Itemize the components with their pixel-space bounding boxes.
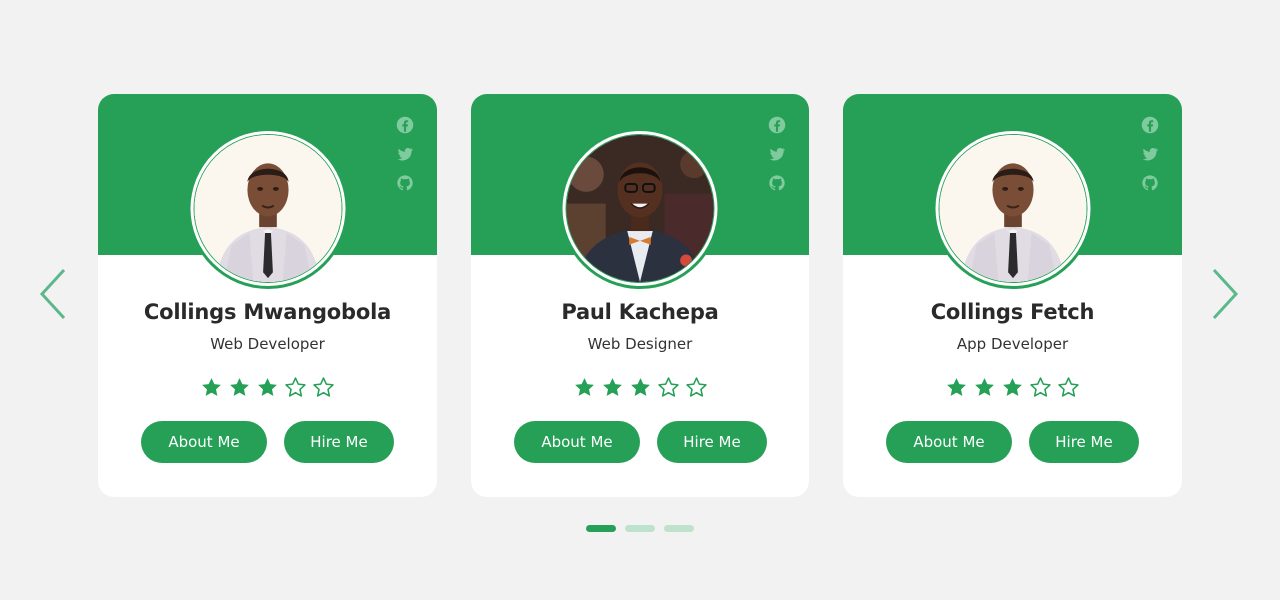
star-rating	[843, 376, 1182, 399]
github-icon[interactable]	[768, 174, 786, 192]
star-filled-icon	[200, 376, 223, 399]
star-outline-icon	[685, 376, 708, 399]
star-filled-icon	[629, 376, 652, 399]
profile-role: Web Developer	[210, 335, 325, 353]
star-filled-icon	[601, 376, 624, 399]
profile-card: Paul Kachepa Web Designer About Me Hire …	[471, 94, 809, 497]
star-filled-icon	[228, 376, 251, 399]
pagination-dot[interactable]	[586, 525, 616, 532]
avatar	[562, 131, 718, 286]
about-me-button[interactable]: About Me	[886, 421, 1012, 463]
pagination-dot[interactable]	[664, 525, 694, 532]
profile-card: Collings Fetch App Developer About Me Hi…	[843, 94, 1182, 497]
avatar	[935, 131, 1090, 286]
facebook-icon[interactable]	[1141, 116, 1159, 134]
social-links	[768, 116, 786, 192]
facebook-icon[interactable]	[768, 116, 786, 134]
github-icon[interactable]	[396, 174, 414, 192]
social-links	[1141, 116, 1159, 192]
social-links	[396, 116, 414, 192]
github-icon[interactable]	[1141, 174, 1159, 192]
pagination-dots	[586, 525, 694, 532]
chevron-left-icon	[39, 268, 66, 320]
star-filled-icon	[1001, 376, 1024, 399]
hire-me-button[interactable]: Hire Me	[284, 421, 394, 463]
next-arrow[interactable]	[1208, 266, 1242, 322]
pagination-dot[interactable]	[625, 525, 655, 532]
twitter-icon[interactable]	[396, 145, 414, 163]
profile-role: Web Designer	[587, 335, 693, 353]
star-filled-icon	[256, 376, 279, 399]
chevron-right-icon	[1212, 268, 1239, 320]
avatar	[190, 131, 345, 286]
star-outline-icon	[284, 376, 307, 399]
about-me-button[interactable]: About Me	[141, 421, 267, 463]
previous-arrow[interactable]	[36, 266, 70, 322]
profile-name: Collings Mwangobola	[143, 300, 392, 324]
twitter-icon[interactable]	[768, 145, 786, 163]
star-outline-icon	[312, 376, 335, 399]
profile-role: App Developer	[956, 335, 1069, 353]
twitter-icon[interactable]	[1141, 145, 1159, 163]
star-filled-icon	[945, 376, 968, 399]
star-rating	[98, 376, 437, 399]
star-outline-icon	[1057, 376, 1080, 399]
hire-me-button[interactable]: Hire Me	[657, 421, 767, 463]
profile-name: Collings Fetch	[930, 300, 1095, 324]
star-filled-icon	[973, 376, 996, 399]
star-rating	[471, 376, 809, 399]
star-outline-icon	[657, 376, 680, 399]
profile-card: Collings Mwangobola Web Developer About …	[98, 94, 437, 497]
about-me-button[interactable]: About Me	[514, 421, 640, 463]
hire-me-button[interactable]: Hire Me	[1029, 421, 1139, 463]
star-filled-icon	[573, 376, 596, 399]
profile-name: Paul Kachepa	[561, 300, 719, 324]
facebook-icon[interactable]	[396, 116, 414, 134]
star-outline-icon	[1029, 376, 1052, 399]
